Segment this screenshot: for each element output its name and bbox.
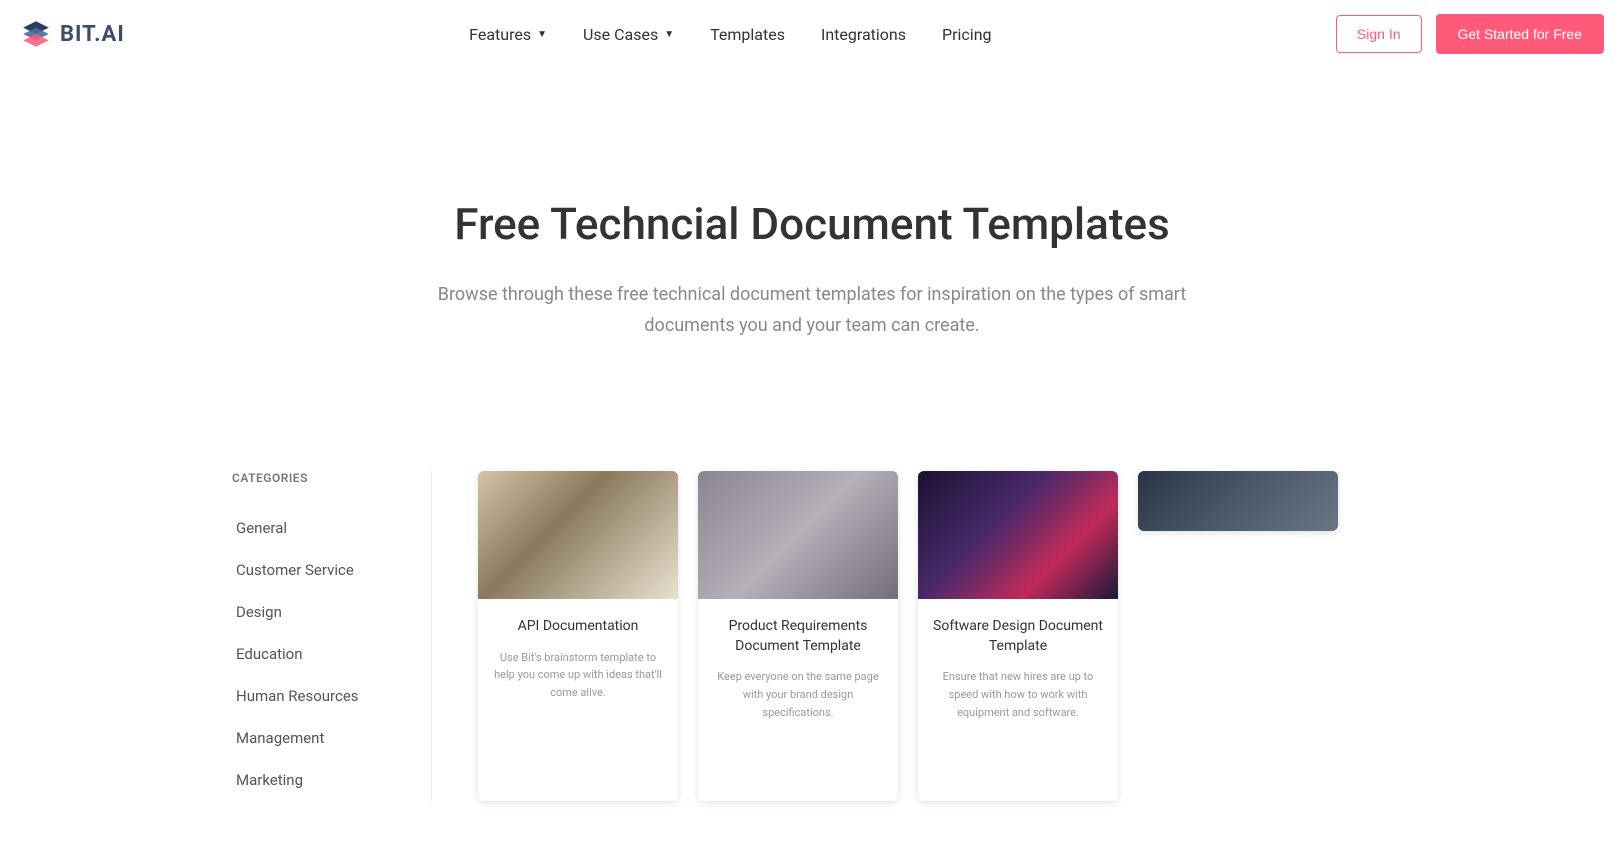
logo-text: BIT.AI — [60, 22, 125, 47]
sidebar-item-marketing[interactable]: Marketing — [232, 759, 411, 801]
nav-pricing[interactable]: Pricing — [942, 25, 992, 44]
sidebar-item-management[interactable]: Management — [232, 717, 411, 759]
auth-buttons: Sign In Get Started for Free — [1336, 14, 1604, 54]
sidebar-item-customer-service[interactable]: Customer Service — [232, 549, 411, 591]
nav-integrations[interactable]: Integrations — [821, 25, 906, 44]
card-image — [698, 471, 898, 599]
header: BIT.AI Features▼ Use Cases▼ Templates In… — [0, 0, 1624, 68]
nav-features[interactable]: Features▼ — [469, 25, 547, 44]
logo[interactable]: BIT.AI — [20, 18, 125, 50]
template-card[interactable]: Software Design Document Template Ensure… — [918, 471, 1118, 801]
sidebar-item-education[interactable]: Education — [232, 633, 411, 675]
card-image — [478, 471, 678, 599]
logo-icon — [20, 18, 52, 50]
page-title: Free Techncial Document Templates — [20, 198, 1604, 250]
main-nav: Features▼ Use Cases▼ Templates Integrati… — [469, 25, 991, 44]
sidebar-title: CATEGORIES — [232, 471, 411, 485]
sidebar: CATEGORIES General Customer Service Desi… — [232, 471, 432, 801]
sidebar-item-general[interactable]: General — [232, 507, 411, 549]
template-grid: API Documentation Use Bit's brainstorm t… — [432, 471, 1392, 801]
card-body: API Documentation Use Bit's brainstorm t… — [478, 599, 678, 721]
content: CATEGORIES General Customer Service Desi… — [212, 471, 1412, 801]
card-desc: Use Bit's brainstorm template to help yo… — [492, 649, 664, 702]
template-card[interactable]: Product Requirements Document Template K… — [698, 471, 898, 801]
card-title: Product Requirements Document Template — [712, 617, 884, 656]
card-image — [1138, 471, 1338, 531]
sidebar-item-design[interactable]: Design — [232, 591, 411, 633]
get-started-button[interactable]: Get Started for Free — [1436, 14, 1605, 54]
template-card[interactable]: API Documentation Use Bit's brainstorm t… — [478, 471, 678, 801]
card-title: API Documentation — [492, 617, 664, 637]
signin-button[interactable]: Sign In — [1336, 15, 1422, 53]
chevron-down-icon: ▼ — [664, 29, 674, 40]
card-body: Software Design Document Template Ensure… — [918, 599, 1118, 741]
chevron-down-icon: ▼ — [537, 29, 547, 40]
card-title: Software Design Document Template — [932, 617, 1104, 656]
sidebar-item-human-resources[interactable]: Human Resources — [232, 675, 411, 717]
card-body: Product Requirements Document Template K… — [698, 599, 898, 741]
card-image — [918, 471, 1118, 599]
template-card[interactable] — [1138, 471, 1338, 531]
hero: Free Techncial Document Templates Browse… — [0, 68, 1624, 431]
category-list: General Customer Service Design Educatio… — [232, 507, 411, 801]
nav-templates[interactable]: Templates — [710, 25, 785, 44]
card-desc: Keep everyone on the same page with your… — [712, 668, 884, 721]
card-desc: Ensure that new hires are up to speed wi… — [932, 668, 1104, 721]
nav-use-cases[interactable]: Use Cases▼ — [583, 25, 674, 44]
page-subtitle: Browse through these free technical docu… — [432, 280, 1192, 341]
